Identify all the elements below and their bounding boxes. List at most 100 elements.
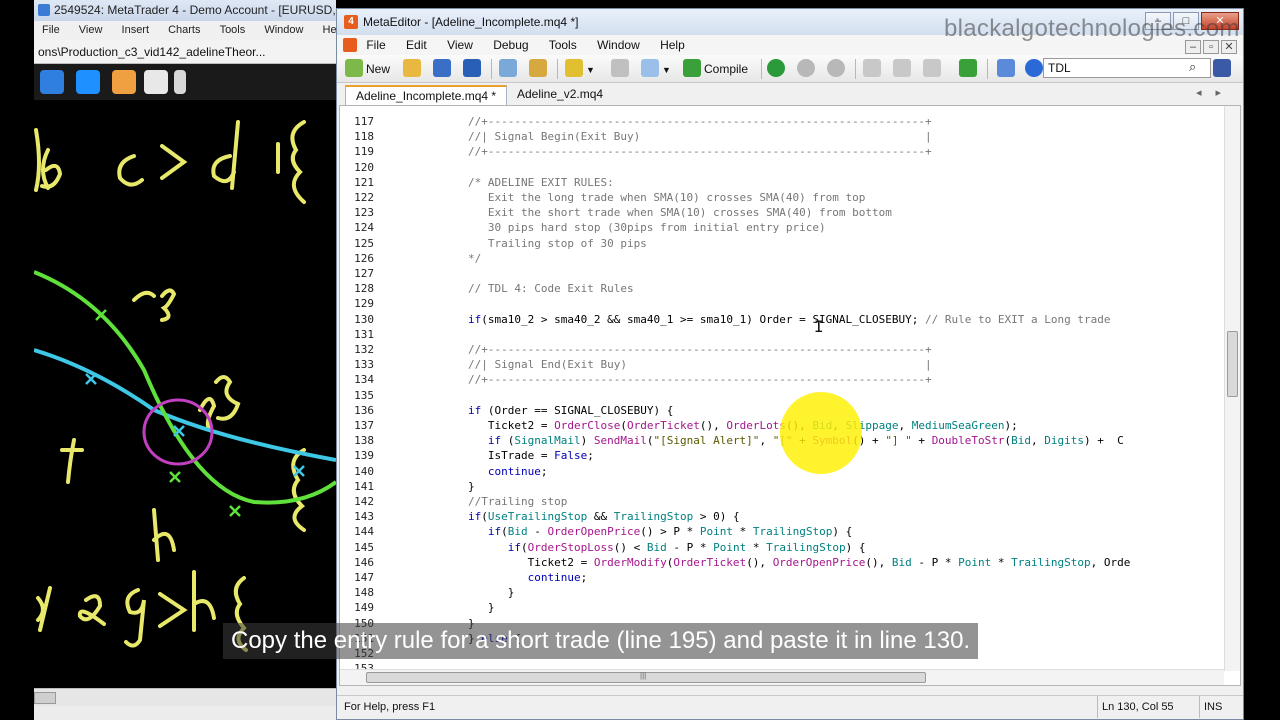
mt4-horizontal-scrollbar[interactable] <box>34 688 336 706</box>
stop-debug-button[interactable] <box>827 58 848 80</box>
code-text[interactable]: if (SignalMail) SendMail("[Signal Alert]… <box>468 433 1124 448</box>
code-text[interactable]: continue; <box>468 464 548 479</box>
menu-view[interactable]: View <box>447 38 473 52</box>
compile-button[interactable]: Compile <box>683 58 748 80</box>
code-text[interactable]: Ticket2 = OrderClose(OrderTicket(), Orde… <box>468 418 1018 433</box>
line-number: 152 <box>354 647 374 660</box>
code-text[interactable]: //| Signal Begin(Exit Buy) | <box>468 129 932 144</box>
step-over-button[interactable] <box>893 58 914 80</box>
code-text[interactable]: Exit the short trade when SMA(10) crosse… <box>468 205 892 220</box>
save-button[interactable] <box>433 58 454 80</box>
menu-debug[interactable]: Debug <box>493 38 528 52</box>
eraser-icon[interactable] <box>144 70 168 94</box>
code-text[interactable]: //+-------------------------------------… <box>468 144 932 159</box>
ink-tool-icon[interactable] <box>76 70 100 94</box>
code-lines[interactable]: 117 //+----------------------------------… <box>340 106 1224 685</box>
code-text[interactable]: Trailing stop of 30 pips <box>468 236 647 251</box>
search-input[interactable] <box>1043 58 1211 78</box>
code-text[interactable]: } else { <box>468 631 521 646</box>
document-icon[interactable] <box>343 38 357 52</box>
code-text[interactable]: */ <box>468 251 481 266</box>
community-button[interactable] <box>1213 58 1234 80</box>
step-into-icon <box>863 59 881 77</box>
code-text[interactable]: 30 pips hard stop (30pips from initial e… <box>468 220 826 235</box>
code-editor[interactable]: 117 //+----------------------------------… <box>339 105 1241 686</box>
code-text[interactable]: // TDL 4: Code Exit Rules <box>468 281 634 296</box>
code-text[interactable]: if(Bid - OrderOpenPrice() > P * Point * … <box>468 524 852 539</box>
close-icon[interactable]: ✕ <box>1201 12 1239 30</box>
line-number: 119 <box>354 145 374 159</box>
code-text[interactable]: } <box>468 479 475 494</box>
navigator-button[interactable] <box>499 58 520 80</box>
mt4-scroll-thumb[interactable] <box>34 692 56 704</box>
search-icon[interactable]: ⌕ <box>1189 59 1196 75</box>
step-into-button[interactable] <box>863 58 884 80</box>
editor-vscroll-thumb[interactable] <box>1227 331 1238 397</box>
open-button[interactable] <box>403 58 424 80</box>
menu-window[interactable]: Window <box>597 38 640 52</box>
code-text[interactable]: //| Signal End(Exit Buy) | <box>468 357 932 372</box>
line-number: 118 <box>354 130 374 144</box>
menu-tools[interactable]: Tools <box>549 38 577 52</box>
code-text[interactable]: if (Order == SIGNAL_CLOSEBUY) { <box>468 403 673 418</box>
doc-restore-icon[interactable]: ▫ <box>1203 40 1219 54</box>
mt4-menu-insert[interactable]: Insert <box>122 24 150 36</box>
code-text[interactable]: /* ADELINE EXIT RULES: <box>468 175 614 190</box>
terminal-icon <box>997 59 1015 77</box>
chevron-down-icon[interactable] <box>174 70 186 94</box>
screen: 2549524: MetaTrader 4 - Demo Account - [… <box>0 0 1280 720</box>
editor-vertical-scrollbar[interactable] <box>1224 106 1240 671</box>
new-button[interactable]: New <box>345 58 390 80</box>
mt4-menu-tools[interactable]: Tools <box>220 24 246 36</box>
code-text[interactable]: if(OrderStopLoss() < Bid - P * Point * T… <box>468 540 866 555</box>
mt4-menu-charts[interactable]: Charts <box>168 24 200 36</box>
menu-file[interactable]: File <box>366 38 385 52</box>
toolbar-separator <box>557 59 558 79</box>
insert-variable-button[interactable] <box>611 58 632 80</box>
chevron-down-icon[interactable]: ▼ <box>662 65 671 75</box>
styler-button[interactable]: ▼ <box>565 58 595 80</box>
mt4-menu-window[interactable]: Window <box>264 24 303 36</box>
editor-horizontal-scrollbar[interactable]: ||| <box>340 669 1224 685</box>
pen-tool-icon[interactable] <box>40 70 64 94</box>
toolbox-button[interactable] <box>529 58 550 80</box>
code-text[interactable]: //+-------------------------------------… <box>468 114 932 129</box>
mt4-menu-file[interactable]: File <box>42 24 60 36</box>
line-number: 122 <box>354 191 374 204</box>
terminal-button[interactable] <box>997 58 1018 80</box>
line-number: 125 <box>354 236 374 250</box>
code-text[interactable]: IsTrade = False; <box>468 448 594 463</box>
maximize-icon[interactable]: □ <box>1173 12 1199 30</box>
highlighter-icon[interactable] <box>112 70 136 94</box>
menu-help[interactable]: Help <box>660 38 685 52</box>
line-number: 139 <box>354 449 374 463</box>
insert-function-button[interactable]: ▼ <box>641 58 671 80</box>
code-text[interactable]: } <box>468 585 515 600</box>
tab-adeline-v2[interactable]: Adeline_v2.mq4 <box>507 85 613 105</box>
doc-minimize-icon[interactable]: – <box>1185 40 1201 54</box>
doc-close-icon[interactable]: ✕ <box>1221 40 1237 54</box>
code-text[interactable]: } <box>468 600 495 615</box>
code-text[interactable]: Ticket2 = OrderModify(OrderTicket(), Ord… <box>468 555 1131 570</box>
start-debug-button[interactable] <box>767 58 788 80</box>
mt4-menu-help[interactable]: Help <box>323 24 337 36</box>
chevron-down-icon[interactable]: ▼ <box>586 65 595 75</box>
go-to-button[interactable] <box>959 58 980 80</box>
mt4-menu-view[interactable]: View <box>79 24 103 36</box>
pause-debug-button[interactable] <box>797 58 818 80</box>
tab-scroll-arrows[interactable]: ◂▸ <box>1196 86 1235 99</box>
code-text[interactable]: //Trailing stop <box>468 494 567 509</box>
save-all-button[interactable] <box>463 58 484 80</box>
code-text[interactable]: continue; <box>468 570 588 585</box>
step-out-button[interactable] <box>923 58 944 80</box>
mt4-app-icon <box>38 4 50 16</box>
code-text[interactable]: } <box>468 616 475 631</box>
code-text[interactable]: if(UseTrailingStop && TrailingStop > 0) … <box>468 509 740 524</box>
code-text[interactable]: //+-------------------------------------… <box>468 342 932 357</box>
code-text[interactable]: //+-------------------------------------… <box>468 372 932 387</box>
code-text[interactable]: Exit the long trade when SMA(10) crosses… <box>468 190 866 205</box>
code-text[interactable]: if(sma10_2 > sma40_2 && sma40_1 >= sma10… <box>468 312 1110 327</box>
tab-adeline-incomplete[interactable]: Adeline_Incomplete.mq4 * <box>345 85 508 105</box>
menu-edit[interactable]: Edit <box>406 38 427 52</box>
minimize-icon[interactable]: – <box>1145 12 1171 30</box>
